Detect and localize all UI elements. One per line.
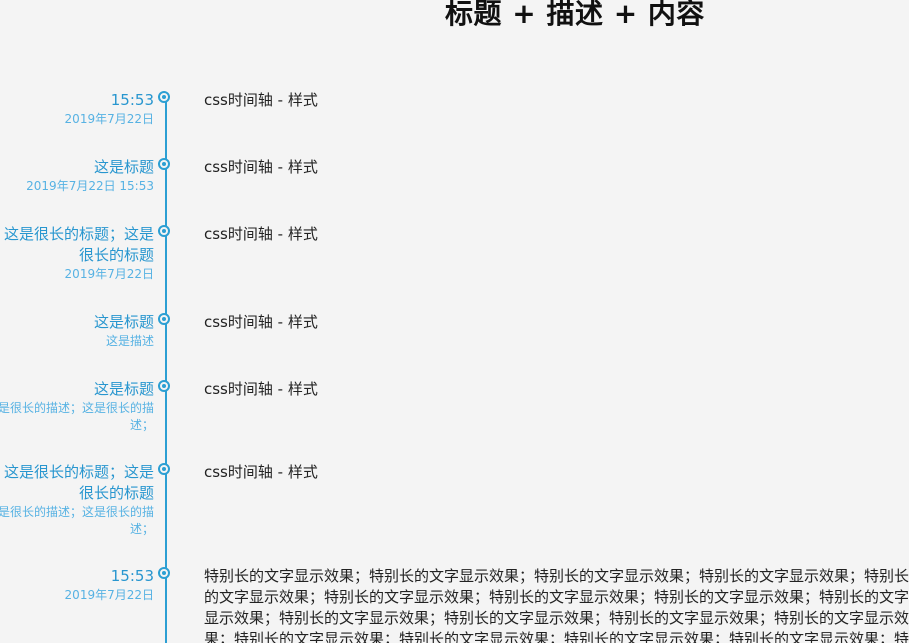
timeline-dot-icon <box>158 380 170 392</box>
timeline-item-content: css时间轴 - 样式 <box>204 313 318 331</box>
page-title: 标题 + 描述 + 内容 <box>445 0 705 30</box>
timeline-item-desc: 这是很长的描述；这是很长的描 <box>0 401 154 415</box>
timeline-item-desc: 2019年7月22日 <box>64 267 154 281</box>
timeline-item-desc: 2019年7月22日 15:53 <box>26 179 154 193</box>
timeline-item-meta: 这是很长的标题；这是 很长的标题 2019年7月22日 <box>4 224 154 283</box>
timeline-item-desc: 2019年7月22日 <box>64 112 154 126</box>
timeline-item-meta: 这是很长的标题；这是 很长的标题 这是很长的描述；这是很长的描 述； <box>0 462 154 538</box>
timeline-dot-icon <box>158 567 170 579</box>
timeline-item-desc-line2: 述； <box>129 418 154 432</box>
timeline-item-title: 这是很长的标题；这是 <box>3 225 154 243</box>
timeline-dot-icon <box>158 463 170 475</box>
timeline-item-title: 这是标题 <box>93 158 154 176</box>
timeline-item-title-line2: 很长的标题 <box>78 246 154 264</box>
timeline-item-content: css时间轴 - 样式 <box>204 225 318 243</box>
timeline-item-meta: 15:53 2019年7月22日 <box>65 566 154 604</box>
timeline-item-meta: 15:53 2019年7月22日 <box>65 90 154 128</box>
timeline-page: 标题 + 描述 + 内容 15:53 2019年7月22日 css时间轴 - 样… <box>0 0 909 643</box>
timeline-item-content: css时间轴 - 样式 <box>204 463 318 481</box>
timeline-item-meta: 这是标题 这是很长的描述；这是很长的描 述； <box>0 379 154 434</box>
timeline-dot-icon <box>158 225 170 237</box>
timeline-item-content-long: 特别长的文字显示效果；特别长的文字显示效果；特别长的文字显示效果；特别长的文字显… <box>204 567 909 643</box>
timeline-item-meta: 这是标题 2019年7月22日 15:53 <box>26 157 154 195</box>
timeline-item-title: 15:53 <box>110 91 154 109</box>
timeline-item-title-line2: 很长的标题 <box>78 484 154 502</box>
timeline-dot-icon <box>158 158 170 170</box>
timeline-dot-icon <box>158 313 170 325</box>
timeline-item-title: 15:53 <box>110 567 154 585</box>
timeline-item-desc: 这是很长的描述；这是很长的描 <box>0 505 154 519</box>
timeline-item-desc-line2: 述； <box>129 522 154 536</box>
timeline-item-title: 这是标题 <box>93 313 154 331</box>
timeline-item-desc: 这是描述 <box>105 334 154 348</box>
timeline-axis-line <box>165 98 167 643</box>
timeline-item-title: 这是标题 <box>93 380 154 398</box>
timeline-item-content: css时间轴 - 样式 <box>204 158 318 176</box>
timeline-item-meta: 这是标题 这是描述 <box>94 312 154 350</box>
timeline-item-content: css时间轴 - 样式 <box>204 91 318 109</box>
timeline-item-desc: 2019年7月22日 <box>64 588 154 602</box>
timeline-dot-icon <box>158 91 170 103</box>
timeline-item-content: css时间轴 - 样式 <box>204 380 318 398</box>
timeline-item-title: 这是很长的标题；这是 <box>3 463 154 481</box>
